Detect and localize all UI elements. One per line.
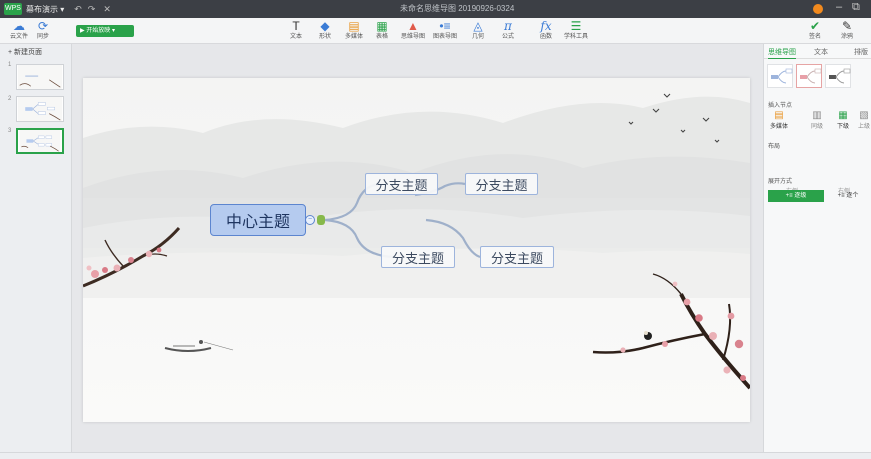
- insert-child-button[interactable]: ▦ 下级: [834, 110, 852, 130]
- shape-tool[interactable]: ◆ 形状: [310, 20, 340, 41]
- chart-map-icon: •≡: [439, 19, 451, 33]
- style-preview-icon: [800, 68, 822, 84]
- expand-each-button[interactable]: +≡ 逐个: [826, 190, 870, 202]
- tab-layout[interactable]: 排版: [854, 47, 868, 57]
- style-preview-icon: [829, 68, 851, 84]
- slide-number: 2: [8, 96, 12, 102]
- slide-thumb-preview: [19, 130, 61, 152]
- insert-media-button[interactable]: ▤ 多媒体: [768, 110, 790, 130]
- child-node-icon: ▦: [838, 110, 848, 121]
- start-presentation-button[interactable]: ▶ 开始放映 ▾: [76, 25, 134, 37]
- doodle-tool[interactable]: ✎ 涂鸦: [832, 20, 862, 41]
- slide-number: 1: [8, 62, 12, 68]
- central-topic[interactable]: 中心主题: [210, 204, 306, 236]
- media-icon: ▤: [348, 19, 360, 33]
- app-logo[interactable]: WPS: [4, 3, 22, 15]
- shape-icon: ◆: [320, 19, 330, 33]
- slide-thumbnail-3[interactable]: [16, 128, 64, 154]
- sibling-icon: ▥: [812, 110, 822, 121]
- subject-tool[interactable]: ☰ 学科工具: [561, 20, 591, 41]
- branch-topic-1[interactable]: 分支主题: [365, 173, 438, 195]
- document-title: 未命名思维导图 20190926-0324: [400, 4, 515, 13]
- panel-tabs: 思维导图 文本 排版: [764, 46, 871, 59]
- branch-topic-2[interactable]: 分支主题: [465, 173, 538, 195]
- media-tool[interactable]: ▤ 多媒体: [339, 20, 369, 41]
- mindmap-style-2[interactable]: [796, 64, 822, 88]
- check-icon: ✔: [809, 19, 821, 33]
- sync-button[interactable]: ⟳ 同步: [28, 20, 58, 41]
- slide-number: 3: [8, 128, 12, 134]
- slide-thumb-preview: [17, 65, 63, 89]
- geometry-tool[interactable]: ◬ 几何: [463, 20, 493, 41]
- mindmap-icon: ▲: [407, 19, 419, 33]
- geometry-icon: ◬: [473, 19, 483, 33]
- toolbar: ☁ 云文件 ⟳ 同步 ▶ 开始放映 ▾ T 文本 ◆ 形状 ▤ 多媒体 ▦ 表格…: [0, 18, 871, 44]
- user-avatar[interactable]: [813, 4, 823, 14]
- text-tool[interactable]: T 文本: [281, 20, 311, 41]
- slide-panel: + 新建页面 1 2 3: [0, 44, 72, 452]
- parent-node-icon: ▧: [859, 110, 869, 121]
- pi-icon: π: [504, 19, 512, 33]
- style-preview-icon: [771, 68, 793, 84]
- minimize-button[interactable]: –: [836, 1, 842, 13]
- text-icon: T: [292, 19, 300, 33]
- function-tool[interactable]: fx 函数: [531, 20, 561, 41]
- signature-tool[interactable]: ✔ 签名: [800, 20, 830, 41]
- status-bar: [0, 452, 871, 459]
- branch-topic-4[interactable]: 分支主题: [480, 246, 554, 268]
- properties-panel: 思维导图 文本 排版 插入节点 ▤ 多媒体 ▥ 同级 ▦ 下级 ▧ 上级 布局 …: [763, 44, 871, 452]
- redo-icon[interactable]: ↷: [88, 4, 96, 15]
- insert-parent-button[interactable]: ▧ 上级: [856, 110, 871, 130]
- media-icon: ▤: [774, 110, 784, 121]
- insert-sibling-button[interactable]: ▥ 同级: [808, 110, 826, 130]
- layout-heading: 布局: [768, 144, 781, 150]
- tab-mindmap[interactable]: 思维导图: [768, 47, 796, 59]
- add-branch-handle[interactable]: [317, 215, 325, 225]
- restore-button[interactable]: ⧉: [852, 1, 860, 14]
- formula-tool[interactable]: π 公式: [493, 20, 523, 41]
- undo-icon[interactable]: ↶: [74, 4, 82, 15]
- mindmap-style-3[interactable]: [825, 64, 851, 88]
- new-slide-button[interactable]: + 新建页面: [8, 47, 42, 57]
- mindmap-style-1[interactable]: [767, 64, 793, 88]
- slide-thumbnail-1[interactable]: [16, 64, 64, 90]
- table-tool[interactable]: ▦ 表格: [367, 20, 397, 41]
- sync-icon: ⟳: [37, 19, 49, 33]
- slide-thumb-preview: [17, 97, 63, 121]
- chart-map-tool[interactable]: •≡ 图表导图: [430, 20, 460, 41]
- table-icon: ▦: [376, 19, 388, 33]
- app-menu[interactable]: 幕布演示 ▾: [26, 4, 64, 15]
- function-icon: fx: [540, 19, 552, 33]
- pen-icon: ✎: [841, 19, 853, 33]
- collapse-toggle[interactable]: −: [305, 215, 315, 225]
- subject-tools-icon: ☰: [570, 19, 582, 33]
- expand-mode-heading: 展开方式: [768, 179, 793, 185]
- slide-thumbnail-2[interactable]: [16, 96, 64, 122]
- insert-node-heading: 插入节点: [768, 103, 793, 109]
- tab-text[interactable]: 文本: [814, 47, 828, 57]
- branch-topic-3[interactable]: 分支主题: [381, 246, 455, 268]
- mindmap-tool[interactable]: ▲ 思维导图: [398, 20, 428, 41]
- tools-icon[interactable]: ✕: [103, 4, 111, 15]
- slide-canvas[interactable]: 中心主题 − 分支主题 分支主题 分支主题 分支主题: [83, 78, 750, 422]
- expand-level-button[interactable]: +≡ 逐级: [768, 190, 824, 202]
- title-bar: WPS 幕布演示 ▾ ↶ ↷ ✕ 未命名思维导图 20190926-0324 –…: [0, 0, 871, 18]
